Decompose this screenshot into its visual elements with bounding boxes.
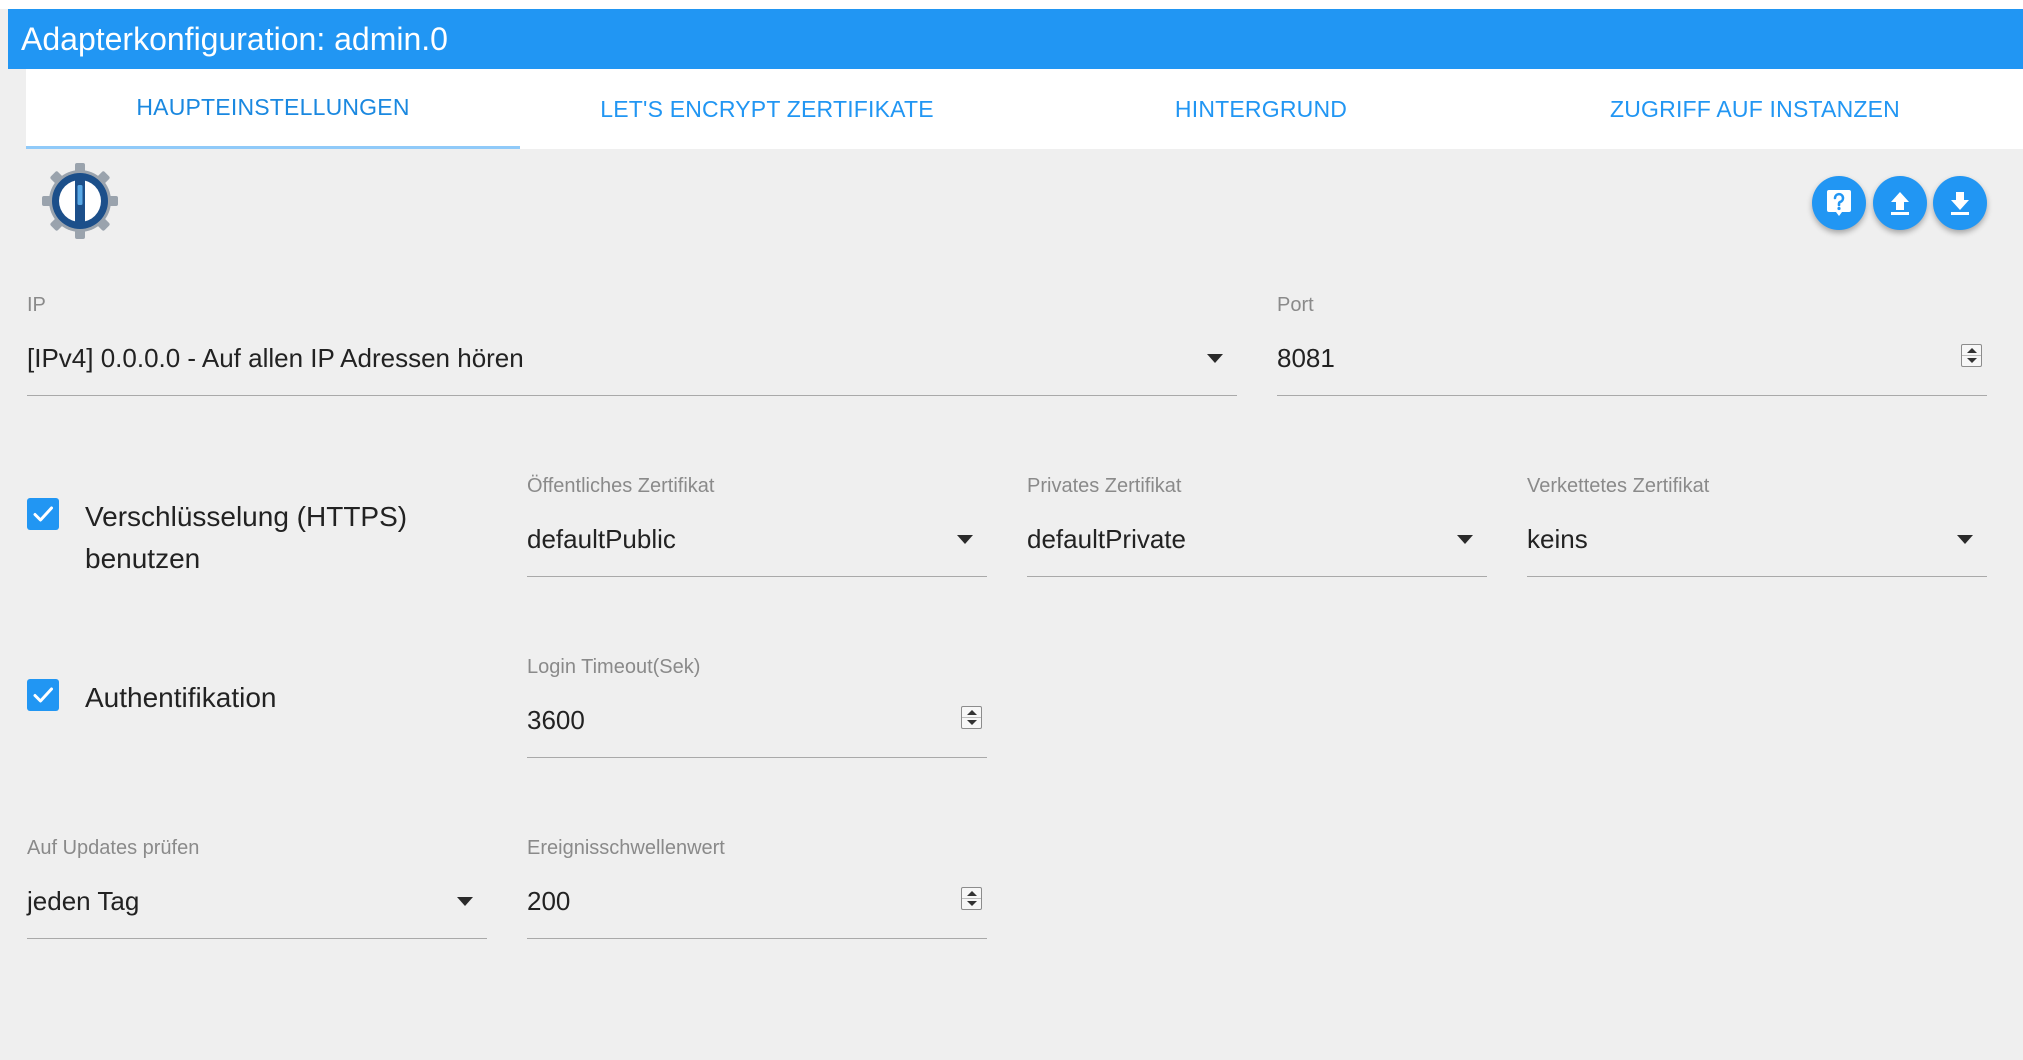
chevron-down-icon[interactable] [957,535,973,544]
updates-underline [27,938,487,939]
event-threshold-stepper[interactable] [961,887,982,910]
ip-label: IP [27,294,46,316]
iobroker-logo [40,161,120,241]
check-icon [33,687,53,703]
chevron-down-icon[interactable] [1207,354,1223,363]
port-stepper[interactable] [1961,344,1982,367]
https-checkbox[interactable] [27,498,59,530]
https-label-line2: benutzen [85,543,201,574]
download-button[interactable] [1933,176,1987,230]
upload-icon [1891,192,1909,215]
chevron-down-icon[interactable] [1957,535,1973,544]
stepper-up-icon[interactable] [1967,348,1977,353]
https-label[interactable]: Verschlüsselung (HTTPS) benutzen [85,496,407,580]
auth-checkbox[interactable] [27,679,59,711]
ip-select[interactable]: IP [IPv4] 0.0.0.0 - Auf allen IP Adresse… [27,294,1237,399]
ip-underline [27,395,1237,396]
help-button[interactable] [1812,176,1866,230]
public-cert-label: Öffentliches Zertifikat [527,475,715,497]
login-timeout-stepper[interactable] [961,706,982,729]
chained-cert-select[interactable]: Verkettetes Zertifikat keins [1527,475,1987,580]
login-timeout-label: Login Timeout(Sek) [527,656,701,678]
tab-background[interactable]: HINTERGRUND [1014,69,1508,149]
event-threshold-underline [527,938,987,939]
login-timeout-value: 3600 [527,705,585,735]
stepper-divider [962,717,981,718]
updates-value: jeden Tag [27,886,140,916]
stepper-divider [1962,355,1981,356]
port-underline [1277,395,1987,396]
tab-lets-encrypt[interactable]: LET'S ENCRYPT ZERTIFIKATE [520,69,1014,149]
stepper-down-icon[interactable] [967,901,977,906]
window-top-strip [0,0,2023,9]
https-label-line1: Verschlüsselung (HTTPS) [85,501,408,532]
stepper-down-icon[interactable] [967,720,977,725]
public-cert-value: defaultPublic [527,524,676,554]
chained-cert-underline [1527,576,1987,577]
login-timeout-field[interactable]: Login Timeout(Sek) 3600 [527,656,987,761]
private-cert-label: Privates Zertifikat [1027,475,1182,497]
updates-select[interactable]: Auf Updates prüfen jeden Tag [27,837,487,942]
port-label: Port [1277,294,1314,316]
dialog-title: Adapterkonfiguration: admin.0 [8,9,2023,69]
private-cert-value: defaultPrivate [1027,524,1186,554]
login-timeout-underline [527,757,987,758]
stepper-up-icon[interactable] [967,710,977,715]
private-cert-select[interactable]: Privates Zertifikat defaultPrivate [1027,475,1487,580]
event-threshold-field[interactable]: Ereignisschwellenwert 200 [527,837,987,942]
chained-cert-value: keins [1527,524,1588,554]
event-threshold-label: Ereignisschwellenwert [527,837,725,859]
private-cert-underline [1027,576,1487,577]
stepper-up-icon[interactable] [967,891,977,896]
download-icon [1951,192,1969,215]
chained-cert-label: Verkettetes Zertifikat [1527,475,1710,497]
check-icon [33,506,53,522]
public-cert-select[interactable]: Öffentliches Zertifikat defaultPublic [527,475,987,580]
tab-bar: HAUPTEINSTELLUNGEN LET'S ENCRYPT ZERTIFI… [26,69,2023,149]
help-icon [1827,190,1851,216]
stepper-down-icon[interactable] [1967,358,1977,363]
chevron-down-icon[interactable] [457,897,473,906]
tab-main-settings[interactable]: HAUPTEINSTELLUNGEN [26,69,520,149]
event-threshold-value: 200 [527,886,571,916]
ip-value: [IPv4] 0.0.0.0 - Auf allen IP Adressen h… [27,343,524,373]
auth-label[interactable]: Authentifikation [85,677,276,719]
updates-label: Auf Updates prüfen [27,837,200,859]
port-value: 8081 [1277,343,1335,373]
upload-button[interactable] [1873,176,1927,230]
tab-instance-access[interactable]: ZUGRIFF AUF INSTANZEN [1508,69,2002,149]
stepper-divider [962,898,981,899]
chevron-down-icon[interactable] [1457,535,1473,544]
port-field[interactable]: Port 8081 [1277,294,1987,399]
public-cert-underline [527,576,987,577]
